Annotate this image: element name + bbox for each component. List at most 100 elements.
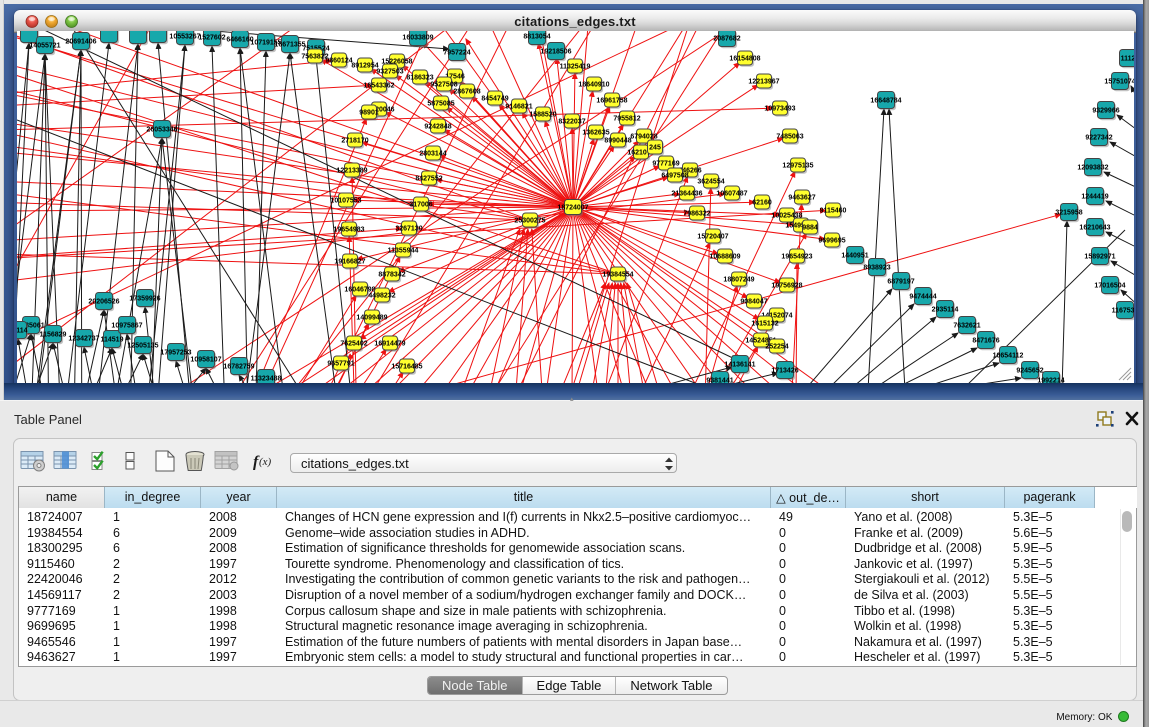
svg-text:8990448: 8990448 [604,138,631,145]
svg-text:9860124: 9860124 [325,58,352,65]
svg-text:16033809: 16033809 [402,35,433,42]
svg-text:11323488: 11323488 [251,376,282,383]
svg-text:9657791: 9657791 [327,361,354,368]
svg-text:9146821: 9146821 [505,104,532,111]
svg-text:14099489: 14099489 [356,315,387,322]
svg-text:10107553: 10107553 [330,198,361,205]
svg-text:16961758: 16961758 [596,98,627,105]
svg-text:98901: 98901 [359,110,379,117]
svg-text:16782759: 16782759 [223,364,254,371]
svg-text:9699695: 9699695 [818,238,845,245]
svg-text:9327503: 9327503 [376,69,403,76]
svg-text:3267130: 3267130 [395,226,422,233]
svg-text:16648784: 16648784 [870,98,901,105]
svg-text:15716485: 15716485 [391,364,422,371]
svg-text:(x): (x) [259,456,272,468]
svg-text:8938923: 8938923 [863,265,890,272]
svg-text:19166827: 19166827 [334,259,365,266]
svg-text:9777169: 9777169 [652,161,679,168]
svg-text:8454749: 8454749 [481,96,508,103]
svg-text:114519: 114519 [101,337,124,344]
svg-text:7955812: 7955812 [613,116,640,123]
svg-text:9527508: 9527508 [430,82,457,89]
svg-text:2935114: 2935114 [932,307,959,314]
svg-text:7957224: 7957224 [443,50,470,57]
svg-text:6497508: 6497508 [661,173,688,180]
svg-text:12975135: 12975135 [782,163,813,170]
svg-text:9463627: 9463627 [788,195,815,202]
svg-text:12093832: 12093832 [1077,165,1108,172]
svg-text:7485063: 7485063 [776,134,803,141]
svg-text:9884: 9884 [802,225,818,232]
svg-text:9084047: 9084047 [740,299,767,306]
svg-text:12505135: 12505135 [127,343,158,350]
svg-text:8813054: 8813054 [523,34,550,41]
svg-text:1713426: 1713426 [771,368,798,375]
svg-text:1362635: 1362635 [582,130,609,137]
svg-text:17957253: 17957253 [160,350,191,357]
svg-text:9115460: 9115460 [820,208,847,215]
svg-text:11355944: 11355944 [388,248,419,255]
svg-text:8322037: 8322037 [558,119,585,126]
svg-text:2803144: 2803144 [419,151,446,158]
svg-text:10958107: 10958107 [190,357,221,364]
svg-text:10688609: 10688609 [709,254,740,261]
svg-text:5875085: 5875085 [427,101,454,108]
svg-text:9242848: 9242848 [424,124,451,131]
svg-text:10975867: 10975867 [111,323,142,330]
svg-text:1167534: 1167534 [1112,308,1134,315]
svg-text:18724007: 18724007 [557,205,588,212]
svg-text:18807249: 18807249 [723,277,754,284]
svg-text:16210643: 16210643 [1079,225,1110,232]
svg-text:17016504: 17016504 [1094,283,1125,290]
svg-text:10654112: 10654112 [993,353,1024,360]
svg-text:12342737: 12342737 [68,336,99,343]
svg-text:10607487: 10607487 [716,191,747,198]
svg-text:18640910: 18640910 [578,82,609,89]
svg-text:12213967: 12213967 [748,79,779,86]
svg-text:1440951: 1440951 [841,253,868,260]
svg-text:8186323: 8186323 [406,75,433,82]
svg-text:16154808: 16154808 [729,56,760,63]
svg-text:3624554: 3624554 [697,179,724,186]
svg-text:7986322: 7986322 [683,211,710,218]
svg-text:8471676: 8471676 [972,338,999,345]
svg-text:1527602: 1527602 [198,35,225,42]
svg-text:9329966: 9329966 [1092,108,1119,115]
svg-text:9227342: 9227342 [1085,135,1112,142]
svg-text:9245652: 9245652 [1016,368,1043,375]
svg-text:1588520: 1588520 [529,112,556,119]
svg-text:2087682: 2087682 [713,36,740,43]
svg-text:19218506: 19218506 [540,49,571,56]
svg-text:10553267: 10553267 [169,34,200,41]
svg-text:7632621: 7632621 [953,323,980,330]
svg-text:1156829: 1156829 [40,332,67,339]
svg-text:10973493: 10973493 [764,106,795,113]
svg-text:19384554: 19384554 [602,272,633,279]
svg-text:8912954: 8912954 [351,63,378,70]
svg-text:1615132: 1615132 [751,321,778,328]
svg-text:20206526: 20206526 [88,299,119,306]
svg-text:3215958: 3215958 [1055,210,1082,217]
svg-text:19654983: 19654983 [333,227,364,234]
svg-text:16671355: 16671355 [274,42,305,49]
svg-text:6879197: 6879197 [887,279,914,286]
svg-text:19756928: 19756928 [771,283,802,290]
svg-text:16543362: 16543362 [363,83,394,90]
svg-text:14136141: 14136141 [724,362,755,369]
svg-text:8878342: 8878342 [378,272,405,279]
svg-text:1112: 1112 [1121,56,1134,63]
svg-text:12213389: 12213389 [336,168,367,175]
svg-text:2718170: 2718170 [341,138,368,145]
svg-text:14055721: 14055721 [29,43,60,50]
svg-text:4498232: 4498232 [368,293,395,300]
svg-text:252254: 252254 [765,344,788,351]
svg-text:317006: 317006 [409,202,432,209]
svg-text:6794028: 6794028 [630,134,657,141]
svg-text:1244419: 1244419 [1081,194,1108,201]
svg-text:245: 245 [649,145,661,152]
svg-text:62160: 62160 [752,200,772,207]
svg-text:15751074: 15751074 [1104,79,1134,86]
svg-text:7625402: 7625402 [340,341,367,348]
svg-text:25300275: 25300275 [514,218,545,225]
